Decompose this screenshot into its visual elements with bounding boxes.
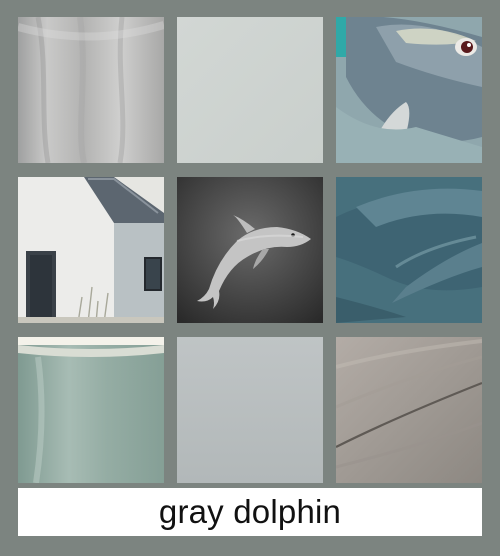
underwater-dolphin-tile xyxy=(336,177,482,323)
wood-grain-tile xyxy=(336,337,482,483)
ceramic-cup-tile xyxy=(18,337,164,483)
solid-swatch-gray xyxy=(177,337,323,483)
fabric-tile xyxy=(18,17,164,163)
wood-texture-icon xyxy=(336,337,482,483)
gray-cloth-icon xyxy=(18,17,164,163)
pale-gray-swatch-icon xyxy=(177,17,323,163)
solid-swatch-light xyxy=(177,17,323,163)
cup-icon xyxy=(18,337,164,483)
cartoon-dolphin-tile xyxy=(336,17,482,163)
white-house-icon xyxy=(18,177,164,323)
gray-swatch-icon xyxy=(177,337,323,483)
jumping-dolphin-tile xyxy=(177,177,323,323)
color-moodboard: gray dolphin xyxy=(0,0,500,556)
caption-text: gray dolphin xyxy=(158,493,342,530)
caption-bar: gray dolphin xyxy=(18,488,482,536)
dolphin-icon xyxy=(177,177,323,323)
dolphin-body-icon xyxy=(336,177,482,323)
dolphin-face-icon xyxy=(336,17,482,163)
cottage-tile xyxy=(18,177,164,323)
